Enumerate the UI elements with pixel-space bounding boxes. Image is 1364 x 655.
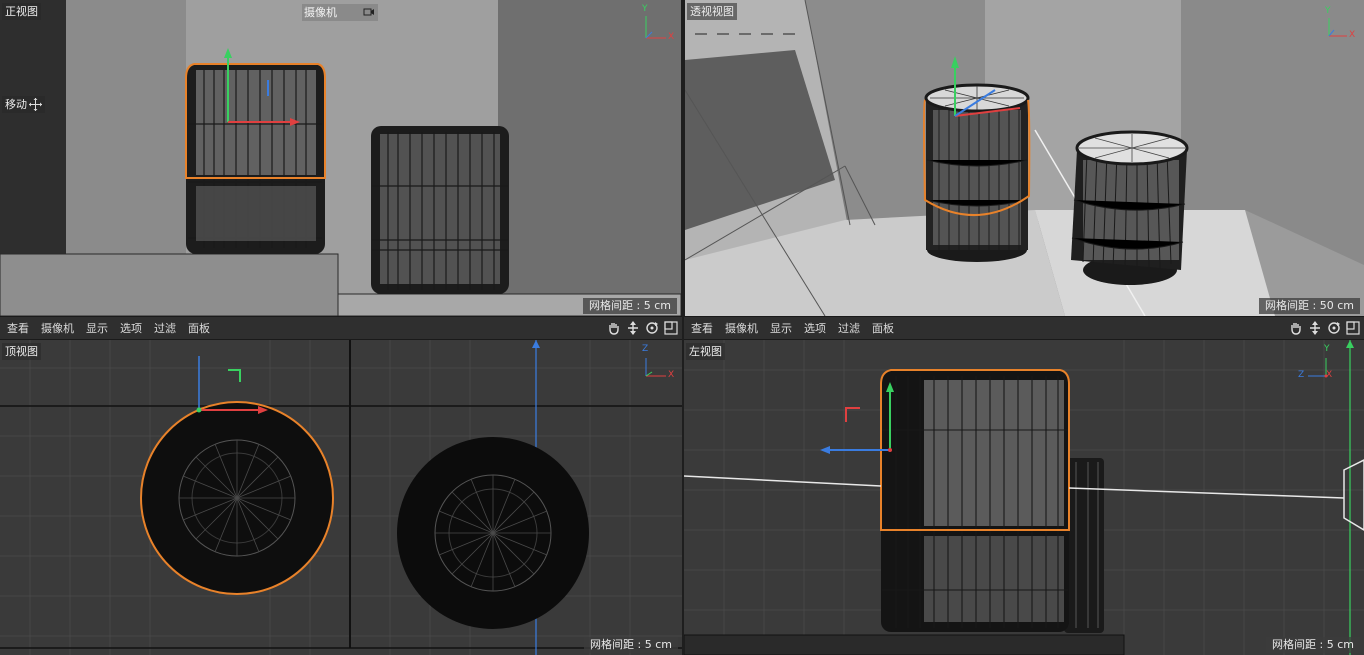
rotate-icon[interactable]: [645, 321, 659, 335]
zoom-arrows-icon[interactable]: [626, 321, 640, 335]
viewport-front[interactable]: 正视图 摄像机 移动 Y X 网格间距 : 5 cm: [0, 0, 681, 316]
top-scene: [0, 340, 682, 655]
viewport-menubar-left: 查看 摄像机 显示 选项 过滤 面板: [0, 316, 682, 340]
camera-dropdown[interactable]: 摄像机: [302, 4, 378, 21]
menu-filter[interactable]: 过滤: [154, 320, 176, 336]
grid-spacing-readout: 网格间距 : 5 cm: [584, 637, 678, 653]
axis-x-label: X: [668, 370, 675, 380]
menu-panel[interactable]: 面板: [872, 320, 894, 336]
move-tool-text: 移动: [5, 98, 27, 111]
menu-options[interactable]: 选项: [120, 320, 142, 336]
viewport-label[interactable]: 透视视图: [687, 3, 737, 20]
camera-icon: [363, 8, 374, 16]
viewport-label[interactable]: 正视图: [2, 3, 41, 20]
menu-view[interactable]: 查看: [7, 320, 29, 336]
grid-spacing-readout: 网格间距 : 50 cm: [1259, 298, 1360, 314]
maximize-icon[interactable]: [1346, 321, 1360, 335]
axis-y-label: Y: [1325, 6, 1331, 16]
axis-x-label: X: [668, 32, 675, 42]
axis-indicator: Z X: [638, 344, 678, 384]
move-icon: [29, 98, 42, 111]
viewport-nav-tools: [1289, 321, 1360, 335]
viewport-perspective[interactable]: 透视视图 Y X 网格间距 : 50 cm: [685, 0, 1364, 316]
axis-z-label: Z: [642, 344, 649, 354]
axis-x-label: X: [1349, 30, 1356, 40]
viewport-menubar-right: 查看 摄像机 显示 选项 过滤 面板: [684, 316, 1364, 340]
menu-cameras[interactable]: 摄像机: [41, 320, 74, 336]
axis-z-label: Z: [1298, 370, 1305, 380]
grid-spacing-readout: 网格间距 : 5 cm: [583, 298, 677, 314]
top-cylinder-selected: [140, 356, 334, 595]
maximize-icon[interactable]: [664, 321, 678, 335]
axis-indicator: Y X: [1319, 6, 1359, 46]
top-cylinder-2: [397, 437, 589, 629]
move-tool-label[interactable]: 移动: [2, 96, 45, 113]
axis-y-label: Y: [642, 4, 648, 14]
front-scene: [0, 0, 681, 316]
menu-display[interactable]: 显示: [770, 320, 792, 336]
axis-indicator: Y X: [638, 4, 678, 46]
zoom-arrows-icon[interactable]: [1308, 321, 1322, 335]
axis-indicator: Y Z X: [1296, 344, 1336, 384]
axis-x-label: X: [1326, 370, 1333, 380]
axis-y-label: Y: [1324, 344, 1330, 354]
grid-spacing-readout: 网格间距 : 5 cm: [1266, 637, 1360, 653]
perspective-scene: [685, 0, 1364, 316]
front-cylinder-selected: [185, 48, 326, 254]
viewport-top[interactable]: 顶视图 Z X 网格间距 : 5 cm: [0, 340, 682, 655]
viewport-label[interactable]: 左视图: [686, 343, 725, 360]
menu-display[interactable]: 显示: [86, 320, 108, 336]
rotate-icon[interactable]: [1327, 321, 1341, 335]
menu-panel[interactable]: 面板: [188, 320, 210, 336]
viewport-nav-tools: [607, 321, 678, 335]
pan-hand-icon[interactable]: [1289, 321, 1303, 335]
menu-filter[interactable]: 过滤: [838, 320, 860, 336]
left-cylinder-selected: [820, 369, 1070, 632]
pan-hand-icon[interactable]: [607, 321, 621, 335]
left-scene: [684, 340, 1364, 655]
menu-options[interactable]: 选项: [804, 320, 826, 336]
front-cylinder-2: [371, 126, 509, 294]
viewport-label[interactable]: 顶视图: [2, 343, 41, 360]
viewport-left[interactable]: 左视图 Y Z X 网格间距 : 5 cm: [684, 340, 1364, 655]
camera-dropdown-label: 摄像机: [304, 6, 337, 19]
menu-view[interactable]: 查看: [691, 320, 713, 336]
menu-cameras[interactable]: 摄像机: [725, 320, 758, 336]
